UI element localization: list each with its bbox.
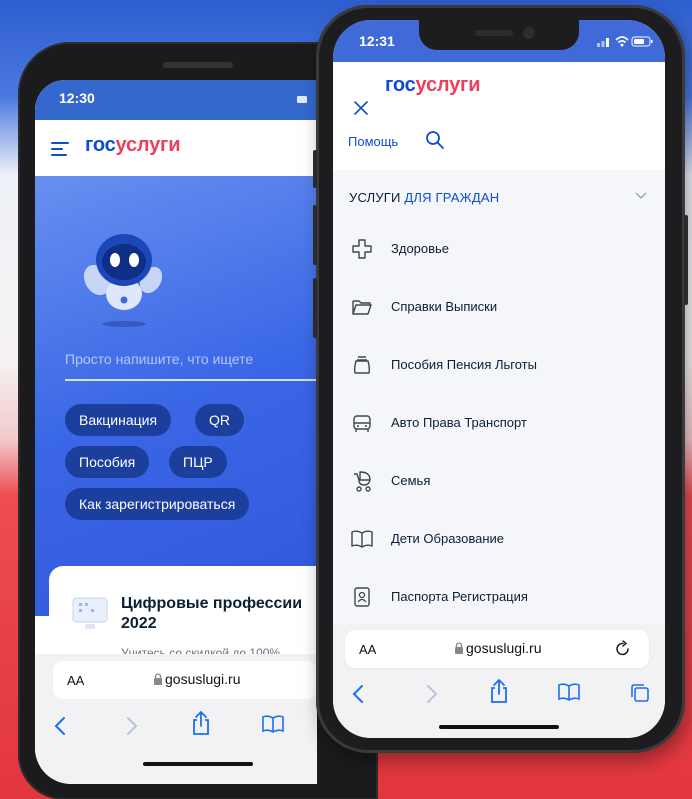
chip-benefits[interactable]: Пособия [65, 446, 150, 478]
menu-item-label: Пособия Пенсия Льготы [391, 357, 537, 372]
card-title: Цифровые профессии 2022 [121, 595, 303, 632]
text-size-button[interactable]: AA [359, 642, 376, 657]
help-link[interactable]: Помощь [348, 134, 398, 149]
search-icon[interactable] [425, 130, 445, 150]
services-menu: УСЛУГИ ДЛЯ ГРАЖДАН Здоровье Справки Выпи… [333, 170, 665, 640]
menu-hamburger-icon[interactable] [51, 142, 69, 156]
gosuslugi-logo[interactable]: госуслуги [85, 134, 180, 157]
chip-qr[interactable]: QR [195, 404, 244, 436]
chip-how-to-register[interactable]: Как зарегистрироваться [65, 488, 250, 520]
menu-item-education[interactable]: Дети Образование [333, 511, 665, 569]
signal-icon [297, 96, 307, 103]
menu-item-label: Семья [391, 473, 431, 488]
forward-arrow-icon[interactable] [425, 684, 439, 704]
menu-item-label: Авто Права Транспорт [391, 415, 527, 430]
menu-item-label: Паспорта Регистрация [391, 589, 528, 604]
book-icon [351, 530, 373, 548]
car-icon [353, 415, 371, 432]
menu-item-transport[interactable]: Авто Права Транспорт [333, 395, 665, 453]
left-phone-screen: 12:30 госуслуги Просто напишите, что ище… [35, 80, 317, 784]
notch-speaker [475, 30, 513, 36]
url-field[interactable]: AA gosuslugi.ru [345, 630, 649, 668]
back-arrow-icon[interactable] [351, 684, 365, 704]
services-section-header[interactable]: УСЛУГИ ДЛЯ ГРАЖДАН [349, 190, 499, 205]
home-indicator [439, 725, 559, 729]
gosuslugi-logo[interactable]: госуслуги [385, 74, 480, 97]
bookmarks-book-icon[interactable] [261, 714, 285, 734]
text-size-button[interactable]: AA [67, 673, 84, 688]
menu-item-label: Справки Выписки [391, 299, 498, 314]
menu-item-label: Здоровье [391, 241, 450, 256]
passport-icon [354, 587, 370, 607]
home-indicator [143, 762, 253, 766]
search-underline [65, 379, 317, 381]
camera-notch [419, 20, 579, 50]
share-icon[interactable] [489, 678, 509, 704]
status-icons [597, 36, 653, 47]
browser-address-bar: AA gosuslugi.ru [35, 654, 317, 704]
search-input[interactable]: Просто напишите, что ищете [65, 351, 253, 367]
volume-down-button [313, 278, 317, 338]
back-arrow-icon[interactable] [53, 716, 67, 736]
url-field[interactable]: AA gosuslugi.ru [53, 661, 317, 699]
bookmarks-book-icon[interactable] [557, 682, 581, 702]
close-icon[interactable] [353, 100, 369, 116]
earpiece-speaker [163, 62, 233, 68]
share-icon[interactable] [191, 710, 211, 736]
status-bar: 12:30 [35, 80, 317, 120]
menu-item-family[interactable]: Семья [333, 453, 665, 511]
front-camera [523, 27, 535, 39]
browser-toolbar [35, 704, 317, 784]
stroller-icon [354, 471, 371, 492]
status-time: 12:31 [359, 33, 395, 49]
power-button [684, 215, 688, 305]
lock-icon [154, 673, 162, 685]
mute-switch [313, 150, 317, 188]
folder-icon [352, 300, 372, 315]
url-text: gosuslugi.ru [466, 640, 542, 656]
site-header: госуслуги [35, 120, 317, 176]
hero-section: Просто напишите, что ищете Вакцинация QR… [35, 176, 317, 616]
menu-item-passport[interactable]: Паспорта Регистрация [333, 569, 665, 627]
chevron-down-icon[interactable] [635, 192, 647, 200]
volume-up-button [313, 205, 317, 265]
tabs-icon[interactable] [629, 682, 651, 704]
computer-monitor-icon [72, 597, 108, 629]
menu-item-health[interactable]: Здоровье [333, 221, 665, 279]
lock-icon [455, 642, 463, 654]
chip-vaccination[interactable]: Вакцинация [65, 404, 172, 436]
menu-item-certificates[interactable]: Справки Выписки [333, 279, 665, 337]
forward-arrow-icon[interactable] [125, 716, 139, 736]
health-cross-icon [352, 239, 372, 259]
piggy-bank-icon [353, 356, 371, 374]
reload-icon[interactable] [615, 640, 631, 658]
browser-address-bar: AA gosuslugi.ru [333, 624, 665, 676]
menu-item-benefits[interactable]: Пособия Пенсия Льготы [333, 337, 665, 395]
robot-assistant-icon[interactable] [79, 228, 169, 328]
url-text: gosuslugi.ru [165, 671, 241, 687]
chip-pcr[interactable]: ПЦР [169, 446, 227, 478]
menu-item-label: Дети Образование [391, 531, 505, 546]
right-phone-screen: 12:31 госуслуги Помощь УСЛУГИ ДЛЯ ГРАЖДА… [333, 20, 665, 738]
status-time: 12:30 [59, 90, 95, 106]
